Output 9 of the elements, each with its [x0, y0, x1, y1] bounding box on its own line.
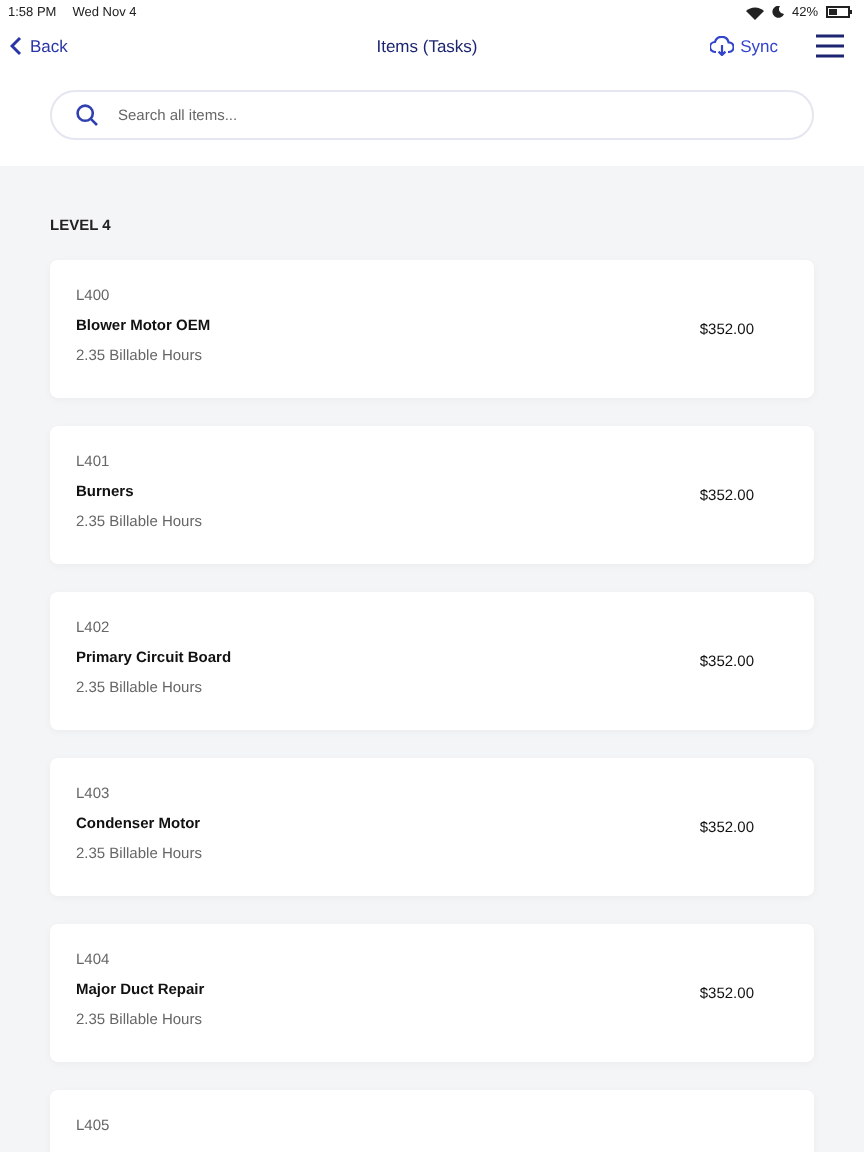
back-link[interactable]: Back [10, 36, 68, 56]
page-title: Items (Tasks) [376, 36, 478, 56]
sync-button[interactable]: Sync [710, 36, 778, 56]
moon-icon [771, 6, 784, 18]
chevron-left-icon [10, 36, 22, 56]
battery-icon [826, 6, 852, 18]
menu-icon[interactable] [816, 34, 844, 58]
cloud-download-icon [710, 36, 735, 56]
wifi-icon [745, 5, 764, 19]
